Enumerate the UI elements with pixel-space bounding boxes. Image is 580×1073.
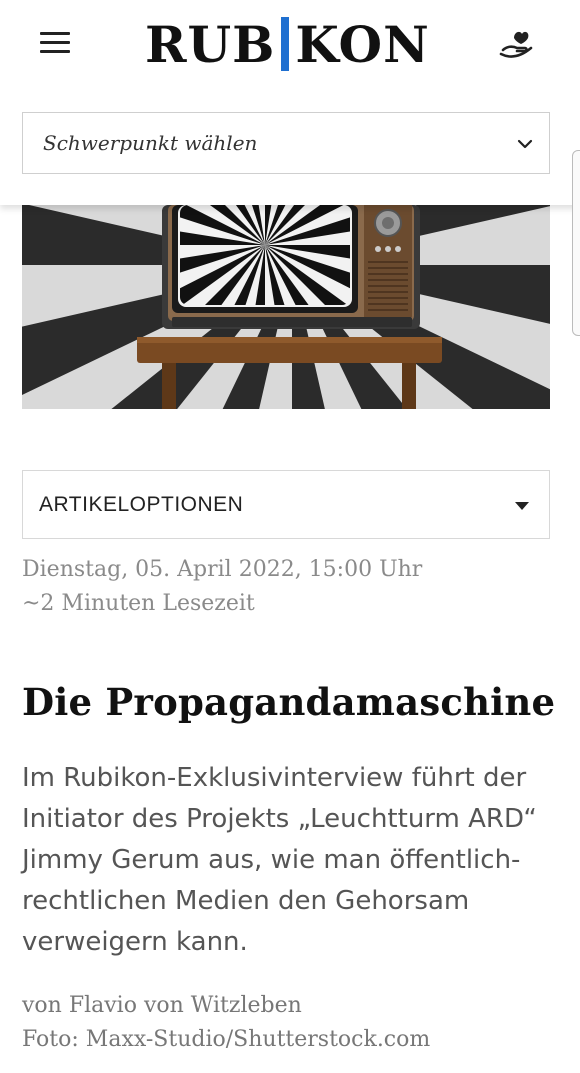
logo-text-right: KON xyxy=(295,14,430,74)
article-photo-credit: Foto: Maxx-Studio/Shutterstock.com xyxy=(22,1027,431,1052)
hamburger-menu-icon[interactable] xyxy=(38,30,72,56)
retro-tv-spiral-illustration xyxy=(22,205,550,409)
article-read-time: ~2 Minuten Lesezeit xyxy=(22,591,255,616)
article-lead: Im Rubikon-Exklusivinterview führt der I… xyxy=(22,763,537,957)
hand-support-icon[interactable] xyxy=(497,24,535,60)
topic-select-label: Schwerpunkt wählen xyxy=(43,131,258,155)
hero-image xyxy=(22,205,550,409)
article-author[interactable]: von Flavio von Witzleben xyxy=(22,993,302,1018)
caret-down-icon xyxy=(515,502,529,510)
site-logo[interactable]: RUB KON xyxy=(145,14,430,74)
chevron-down-icon xyxy=(517,139,533,149)
logo-accent-bar xyxy=(281,17,290,71)
article-options-label: ARTIKELOPTIONEN xyxy=(39,492,244,516)
logo-text-left: RUB xyxy=(145,14,276,74)
site-header: RUB KON Schwerpunkt wählen xyxy=(0,0,580,205)
article-options-toggle[interactable]: ARTIKELOPTIONEN xyxy=(22,470,550,539)
article-date: Dienstag, 05. April 2022, 15:00 Uhr xyxy=(22,557,423,582)
article-title: Die Propagandamaschine xyxy=(22,680,556,724)
scroll-indicator[interactable] xyxy=(572,150,580,336)
topic-select[interactable]: Schwerpunkt wählen xyxy=(22,112,550,174)
